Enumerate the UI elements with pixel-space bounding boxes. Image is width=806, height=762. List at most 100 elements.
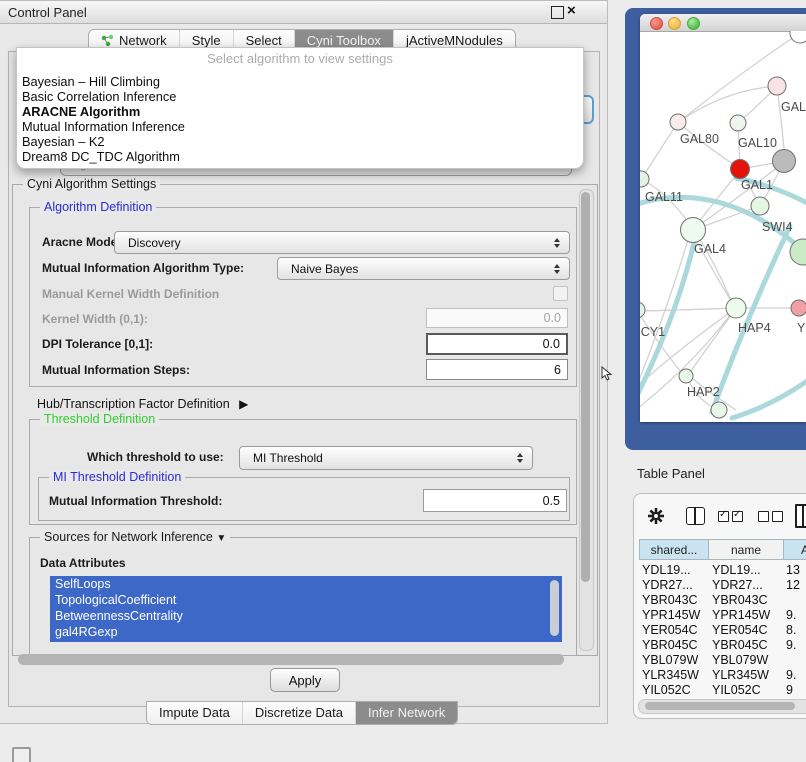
mi-threshold-definition-title: MI Threshold Definition: [49, 470, 185, 484]
node-hap2[interactable]: [679, 369, 693, 383]
control-panel-title: Control Panel: [8, 5, 87, 20]
kernel-width-field[interactable]: 0.0: [426, 308, 568, 328]
manual-kernel-width-checkbox[interactable]: [553, 286, 568, 301]
attribute-item[interactable]: gal4RGexp: [50, 624, 562, 640]
node-gal1[interactable]: [751, 197, 769, 215]
algorithm-option[interactable]: Bayesian – Hill Climbing: [22, 74, 160, 89]
deselect-checkbox-icon[interactable]: [758, 511, 769, 522]
algorithm-option[interactable]: Basic Correlation Inference: [22, 89, 176, 104]
select-all-checkbox-icon[interactable]: ✓: [718, 511, 729, 522]
node-label: HAP4: [738, 321, 771, 335]
settings-vertical-scrollbar[interactable]: [579, 189, 594, 651]
traffic-light-minimize[interactable]: [668, 17, 681, 30]
node-unlabeled[interactable]: [790, 31, 806, 43]
table-horizontal-scrollbar-thumb[interactable]: [645, 702, 795, 710]
mi-algorithm-type-combobox[interactable]: Naive Bayes: [277, 257, 570, 280]
aracne-mode-combobox[interactable]: Discovery: [114, 231, 570, 254]
apply-button[interactable]: Apply: [270, 668, 340, 692]
attribute-item[interactable]: TopologicalCoefficient: [50, 592, 562, 608]
mi-steps-field[interactable]: 6: [426, 359, 568, 380]
attribute-item[interactable]: BetweennessCentrality: [50, 608, 562, 624]
minimized-panel-icon[interactable]: [12, 747, 31, 762]
node-gal80[interactable]: [670, 114, 686, 130]
sources-group: Sources for Network Inference ▼ Data Att…: [29, 537, 577, 655]
mi-threshold-field[interactable]: 0.5: [423, 489, 567, 512]
node-hap4[interactable]: [726, 298, 746, 318]
node-label: SWI4: [762, 220, 793, 234]
settings-vertical-scrollbar-thumb[interactable]: [581, 192, 590, 582]
threshold-definition-title: Threshold Definition: [40, 412, 159, 426]
traffic-light-close[interactable]: [650, 17, 663, 30]
tab-impute-data[interactable]: Impute Data: [147, 702, 242, 724]
expander-right-arrow-icon: ▶: [239, 397, 248, 411]
node-label: GAL80: [680, 132, 719, 146]
node-gcy1[interactable]: [640, 302, 645, 318]
bottom-tabbar: Impute Data Discretize Data Infer Networ…: [146, 701, 458, 725]
select-all-checkbox-icon[interactable]: ✓: [732, 511, 743, 522]
combo-spinner-icon: [517, 453, 524, 463]
algorithm-option-selected[interactable]: ARACNE Algorithm: [22, 104, 140, 119]
table-row[interactable]: YER054CYER054C8.: [634, 623, 806, 638]
algorithm-dropdown-popup: Select algorithm to view settings Bayesi…: [16, 47, 584, 169]
algorithm-option[interactable]: Dream8 DC_TDC Algorithm: [22, 149, 180, 164]
attribute-item[interactable]: SelfLoops: [50, 576, 562, 592]
table-row[interactable]: YDL19...YDL19...13: [634, 563, 806, 578]
node-gal-top[interactable]: [768, 77, 786, 95]
column-header-name[interactable]: name: [708, 539, 784, 560]
node-label: GAL1: [741, 178, 773, 192]
data-attributes-label: Data Attributes: [40, 556, 126, 570]
algorithm-option[interactable]: Mutual Information Inference: [22, 119, 185, 134]
mi-threshold-label: Mutual Information Threshold:: [49, 494, 222, 508]
column-browser-icon[interactable]: [686, 507, 705, 525]
float-window-button[interactable]: [551, 6, 564, 19]
node-salmon[interactable]: [791, 300, 806, 316]
table-options-icon[interactable]: [795, 504, 806, 528]
table-panel-title: Table Panel: [637, 466, 705, 481]
settings-gear-icon[interactable]: [647, 507, 665, 525]
node-gal4[interactable]: [681, 218, 706, 243]
close-window-icon[interactable]: ×: [567, 2, 576, 19]
node-gray[interactable]: [773, 150, 796, 173]
table-row[interactable]: YBR045CYBR045C9.: [634, 638, 806, 653]
dpi-tolerance-field[interactable]: 0.0: [426, 333, 568, 355]
network-canvas[interactable]: GAL GAL80 GAL10 GAL1 GAL11 SWI4 GAL4 GCY…: [640, 31, 806, 422]
which-threshold-combobox[interactable]: MI Threshold: [239, 446, 533, 470]
settings-horizontal-scrollbar-thumb[interactable]: [18, 654, 564, 665]
node-red-selected[interactable]: [731, 160, 750, 179]
mouse-cursor: [601, 366, 612, 381]
column-header-clipped[interactable]: A: [783, 539, 806, 560]
data-attributes-list[interactable]: SelfLoops TopologicalCoefficient Between…: [50, 576, 562, 642]
combo-spinner-icon: [554, 264, 561, 274]
mi-algorithm-type-label: Mutual Information Algorithm Type:: [42, 261, 244, 275]
node-label: GAL11: [645, 190, 683, 204]
algorithm-definition-group: Algorithm Definition Aracne Mode: Discov…: [29, 207, 577, 387]
manual-kernel-width-label: Manual Kernel Width Definition: [42, 287, 219, 301]
table-row[interactable]: YLR345WYLR345W9.: [634, 668, 806, 683]
table-row[interactable]: YDR27...YDR27...12: [634, 578, 806, 593]
table-panel-card: ✓ ✓ shared... name A YDL19...YDL19...13 …: [633, 493, 806, 719]
node-gal10[interactable]: [730, 115, 746, 131]
table-row[interactable]: YPR145WYPR145W9.: [634, 608, 806, 623]
aracne-mode-label: Aracne Mode:: [42, 235, 121, 249]
tab-discretize-data[interactable]: Discretize Data: [242, 702, 355, 724]
tab-infer-network[interactable]: Infer Network: [355, 702, 457, 724]
node-label: GAL10: [738, 136, 777, 150]
column-header-shared-name[interactable]: shared...: [639, 539, 709, 560]
node-gal11[interactable]: [640, 171, 649, 187]
sources-group-title[interactable]: Sources for Network Inference ▼: [40, 530, 230, 544]
traffic-light-zoom[interactable]: [687, 17, 700, 30]
node-bottom[interactable]: [711, 402, 727, 418]
table-horizontal-scrollbar[interactable]: [638, 699, 806, 714]
table-row[interactable]: YBL079WYBL079W: [634, 653, 806, 668]
table-row[interactable]: YBR043CYBR043C: [634, 593, 806, 608]
deselect-checkbox-icon[interactable]: [772, 511, 783, 522]
algorithm-definition-title: Algorithm Definition: [40, 200, 156, 214]
algorithm-option[interactable]: Bayesian – K2: [22, 134, 105, 149]
hub-tf-definition-expander[interactable]: Hub/Transcription Factor Definition ▶: [37, 397, 248, 411]
cyni-algorithm-settings-group: Cyni Algorithm Settings Algorithm Defini…: [12, 184, 598, 656]
threshold-definition-group: Threshold Definition Which threshold to …: [29, 419, 577, 525]
network-view-frame: GAL GAL80 GAL10 GAL1 GAL11 SWI4 GAL4 GCY…: [625, 8, 806, 450]
attributes-list-scrollbar-thumb[interactable]: [550, 580, 559, 636]
table-row[interactable]: YIL052CYIL052C9: [634, 683, 806, 696]
network-window-titlebar: [640, 14, 806, 32]
